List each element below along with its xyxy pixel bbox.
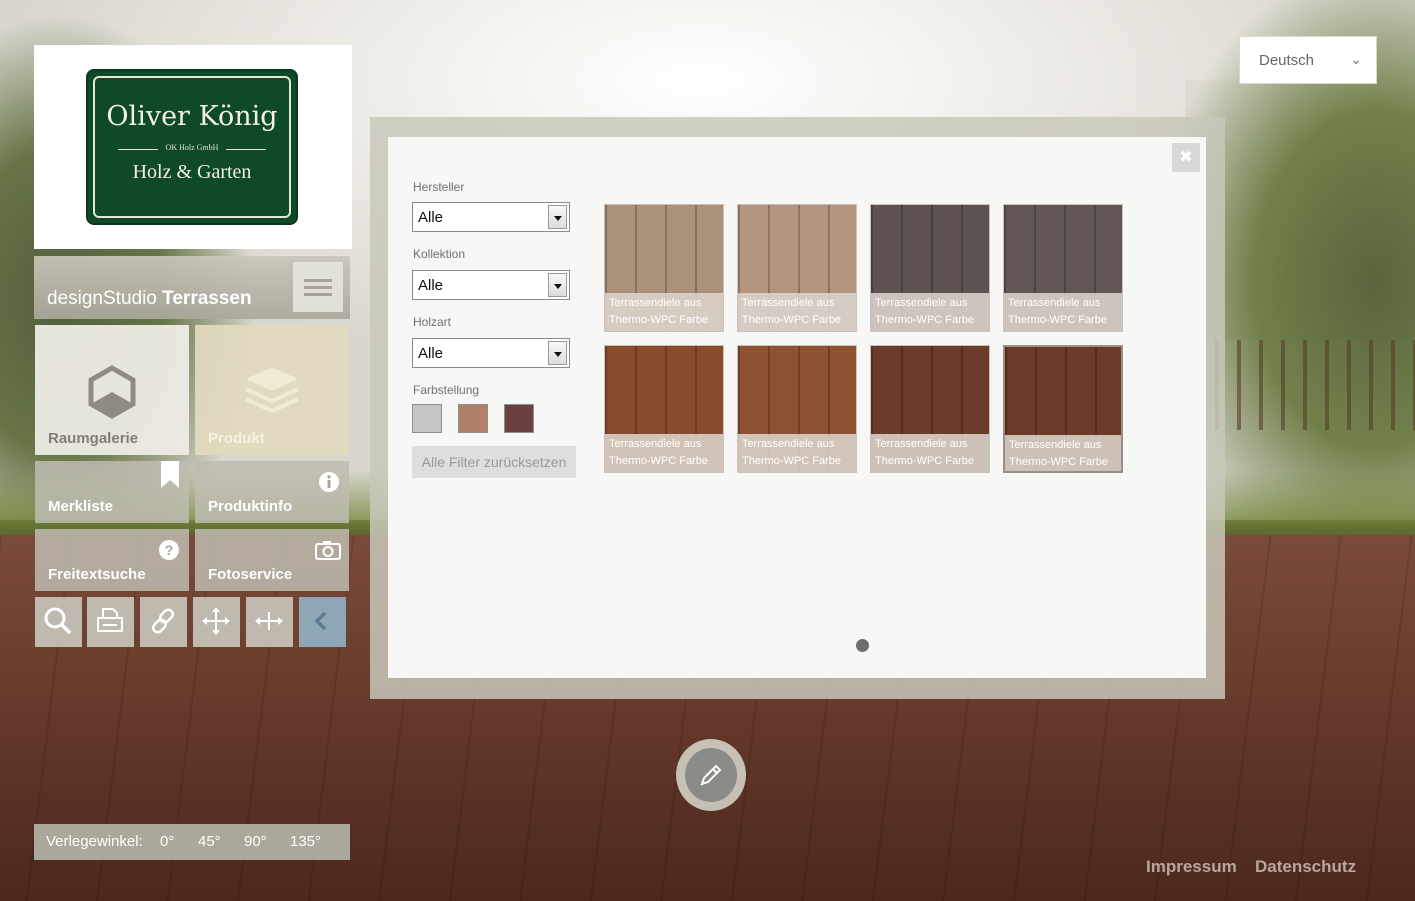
- layers-icon: [245, 367, 299, 414]
- impressum-link[interactable]: Impressum: [1146, 857, 1237, 877]
- print-button[interactable]: [87, 597, 134, 647]
- color-swatch-grey[interactable]: [412, 404, 442, 433]
- help-icon: ?: [159, 540, 179, 560]
- tile-label: Produktinfo: [208, 498, 293, 515]
- language-select[interactable]: Deutsch ⌄: [1239, 36, 1377, 84]
- tile-raumgalerie[interactable]: Raumgalerie: [35, 325, 189, 455]
- reset-filters-button[interactable]: Alle Filter zurücksetzen: [412, 446, 576, 478]
- resize-horizontal-icon: [255, 612, 283, 630]
- tile-label: Fotoservice: [208, 566, 293, 583]
- product-caption: Terrassendiele aus Thermo-WPC Farbe sand…: [738, 293, 856, 331]
- cube-icon: [88, 365, 136, 419]
- studio-header: designStudio Terrassen: [34, 256, 350, 319]
- svg-text:?: ?: [165, 542, 174, 558]
- product-caption: Terrassendiele aus Thermo-WPC Farbe zede…: [738, 434, 856, 472]
- holzart-select[interactable]: Alle: [412, 338, 570, 368]
- angle-option-90[interactable]: 90°: [244, 833, 267, 850]
- menu-button[interactable]: [293, 262, 343, 312]
- chevron-down-icon: ⌄: [1350, 51, 1362, 67]
- color-swatch-brown[interactable]: [458, 404, 488, 433]
- product-card[interactable]: Terrassendiele aus Thermo-WPC Farbe sand…: [604, 204, 724, 332]
- resize-horizontal-button[interactable]: [246, 597, 293, 647]
- camera-icon: [315, 541, 341, 560]
- logo-tagline: Holz & Garten: [132, 161, 252, 183]
- filter-label-holzart: Holzart: [413, 315, 452, 329]
- hamburger-icon: [304, 279, 332, 282]
- edit-button[interactable]: [676, 739, 746, 811]
- tile-freitextsuche[interactable]: ? Freitextsuche: [35, 529, 189, 591]
- filter-label-kollektion: Kollektion: [413, 247, 466, 261]
- tile-produkt[interactable]: Produkt: [195, 325, 349, 455]
- product-card[interactable]: Terrassendiele aus Thermo-WPC Farbe zede…: [737, 345, 857, 473]
- product-caption: Terrassendiele aus Thermo-WPC Farbe waln…: [1005, 435, 1121, 471]
- angle-option-0[interactable]: 0°: [160, 833, 174, 850]
- collapse-left-icon: [314, 611, 327, 631]
- product-card[interactable]: Terrassendiele aus Thermo-WPC Farbe grau…: [1003, 204, 1123, 332]
- close-icon: ✖: [1179, 149, 1193, 166]
- studio-title: designStudio Terrassen: [47, 288, 252, 309]
- dropdown-arrow-icon: [548, 341, 567, 365]
- bookmark-icon: [161, 461, 179, 488]
- logo-subline: OK Holz GmbH: [165, 143, 219, 152]
- product-filter-modal: ✖ Hersteller Alle Kollektion Alle Holzar…: [388, 137, 1206, 678]
- tile-label: Produkt: [208, 430, 265, 447]
- pagination-dot[interactable]: [856, 639, 869, 652]
- search-icon: [44, 607, 72, 635]
- product-card[interactable]: Terrassendiele aus Thermo-WPC Farbe grau…: [870, 204, 990, 332]
- hersteller-select[interactable]: Alle: [412, 202, 570, 232]
- tile-label: Merkliste: [48, 498, 114, 515]
- angle-option-45[interactable]: 45°: [198, 833, 221, 850]
- print-icon: [97, 608, 123, 632]
- angle-label: Verlegewinkel:: [46, 833, 143, 850]
- logo: Oliver König OK Holz GmbH Holz & Garten: [86, 69, 298, 225]
- dropdown-arrow-icon: [548, 273, 567, 297]
- link-button[interactable]: [140, 597, 187, 647]
- logo-name: Oliver König: [106, 101, 278, 132]
- product-caption: Terrassendiele aus Thermo-WPC Farbe grau…: [1004, 293, 1122, 331]
- color-swatch-dark[interactable]: [504, 404, 534, 433]
- filter-label-farbstellung: Farbstellung: [413, 383, 480, 397]
- dropdown-arrow-icon: [548, 205, 567, 229]
- product-caption: Terrassendiele aus Thermo-WPC Farbe grau…: [871, 293, 989, 331]
- product-caption: Terrassendiele aus Thermo-WPC Farbe zede…: [605, 434, 723, 472]
- railing: [1215, 340, 1415, 430]
- angle-option-135[interactable]: 135°: [290, 833, 321, 850]
- product-card[interactable]: Terrassendiele aus Thermo-WPC Farbe waln…: [1003, 345, 1123, 473]
- tile-fotoservice[interactable]: Fotoservice: [195, 529, 349, 591]
- product-caption: Terrassendiele aus Thermo-WPC Farbe waln…: [871, 434, 989, 472]
- collapse-panel-button[interactable]: [299, 597, 346, 647]
- info-icon: [319, 472, 339, 492]
- link-icon: [151, 608, 175, 634]
- tile-label: Freitextsuche: [48, 566, 146, 583]
- move-icon: [202, 607, 230, 635]
- search-button[interactable]: [35, 597, 82, 647]
- kollektion-select[interactable]: Alle: [412, 270, 570, 300]
- product-card[interactable]: Terrassendiele aus Thermo-WPC Farbe zede…: [604, 345, 724, 473]
- move-button[interactable]: [193, 597, 240, 647]
- pencil-icon: [700, 764, 722, 786]
- tile-produktinfo[interactable]: Produktinfo: [195, 461, 349, 523]
- product-caption: Terrassendiele aus Thermo-WPC Farbe sand…: [605, 293, 723, 331]
- filter-label-hersteller: Hersteller: [413, 180, 465, 194]
- tile-merkliste[interactable]: Merkliste: [35, 461, 189, 523]
- product-card[interactable]: Terrassendiele aus Thermo-WPC Farbe waln…: [870, 345, 990, 473]
- product-card[interactable]: Terrassendiele aus Thermo-WPC Farbe sand…: [737, 204, 857, 332]
- logo-box[interactable]: Oliver König OK Holz GmbH Holz & Garten: [34, 45, 352, 249]
- datenschutz-link[interactable]: Datenschutz: [1255, 857, 1356, 877]
- tile-label: Raumgalerie: [48, 430, 139, 447]
- language-value: Deutsch: [1259, 52, 1315, 69]
- laying-angle-bar: Verlegewinkel: 0° 45° 90° 135°: [34, 824, 350, 860]
- close-button[interactable]: ✖: [1172, 143, 1200, 172]
